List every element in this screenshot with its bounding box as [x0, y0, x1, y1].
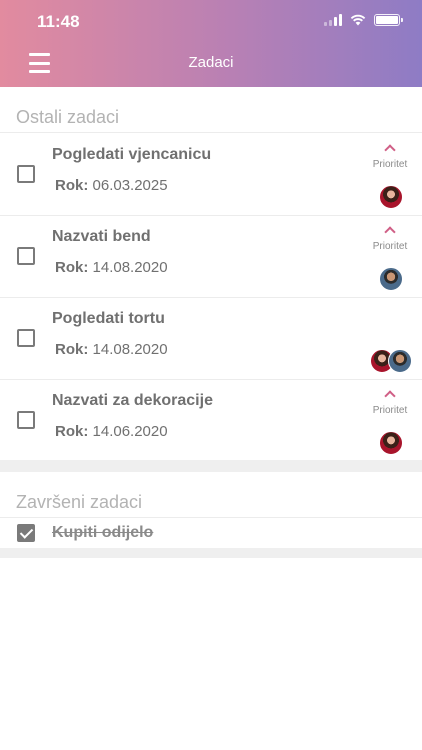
- status-time: 11:48: [37, 12, 80, 31]
- task-checkbox[interactable]: [17, 329, 35, 347]
- assignee-avatar: [379, 267, 403, 291]
- section-divider: [0, 548, 422, 558]
- task-title: Nazvati bend: [52, 228, 151, 245]
- completed-tasks-section-header: Završeni zadaci: [0, 472, 422, 518]
- task-checkbox[interactable]: [17, 165, 35, 183]
- priority-indicator: Prioritet: [370, 388, 410, 416]
- completed-task-row[interactable]: Kupiti odijelo: [0, 518, 422, 548]
- priority-label: Prioritet: [372, 405, 408, 416]
- priority-indicator: Prioritet: [370, 224, 410, 252]
- task-row[interactable]: Nazvati za dekoracije Rok: 14.06.2020 Pr…: [0, 380, 422, 462]
- completed-task-title: Kupiti odijelo: [52, 524, 154, 541]
- wifi-icon: [350, 14, 366, 26]
- due-date-value: 14.06.2020: [92, 423, 168, 440]
- task-title: Pogledati tortu: [52, 310, 165, 327]
- due-date-value: 14.08.2020: [92, 341, 168, 358]
- app-header: 11:48 Zadaci: [0, 0, 422, 87]
- due-label: Rok:: [55, 341, 89, 358]
- status-icons: [324, 14, 403, 26]
- priority-up-chevron-icon: [384, 226, 396, 238]
- task-checkbox[interactable]: [17, 247, 35, 265]
- task-title: Pogledati vjencanicu: [52, 146, 212, 163]
- assignee-avatar: [388, 349, 412, 373]
- assignee-avatar: [379, 185, 403, 209]
- task-checkbox[interactable]: [17, 411, 35, 429]
- priority-label: Prioritet: [372, 159, 408, 170]
- task-title: Nazvati za dekoracije: [52, 392, 213, 409]
- assignee-avatar: [379, 431, 403, 455]
- section-title-completed: Završeni zadaci: [16, 492, 143, 512]
- task-due-date: Rok: 14.08.2020: [55, 341, 168, 358]
- task-due-date: Rok: 14.08.2020: [55, 259, 168, 276]
- due-date-value: 14.08.2020: [92, 259, 168, 276]
- priority-up-chevron-icon: [384, 390, 396, 402]
- task-due-date: Rok: 14.06.2020: [55, 423, 168, 440]
- priority-indicator: Prioritet: [370, 142, 410, 170]
- due-label: Rok:: [55, 423, 89, 440]
- task-due-date: Rok: 06.03.2025: [55, 177, 168, 194]
- task-row[interactable]: Pogledati vjencanicu Rok: 06.03.2025 Pri…: [0, 134, 422, 216]
- due-label: Rok:: [55, 177, 89, 194]
- priority-label: Prioritet: [372, 241, 408, 252]
- due-date-value: 06.03.2025: [92, 177, 168, 194]
- cellular-signal-icon: [324, 14, 342, 26]
- battery-icon: [374, 14, 403, 26]
- task-checkbox-checked[interactable]: [17, 524, 35, 542]
- task-row[interactable]: Pogledati tortu Rok: 14.08.2020: [0, 298, 422, 380]
- priority-up-chevron-icon: [384, 144, 396, 156]
- page-title: Zadaci: [188, 54, 234, 71]
- task-row[interactable]: Nazvati bend Rok: 14.08.2020 Prioritet: [0, 216, 422, 298]
- due-label: Rok:: [55, 259, 89, 276]
- section-divider: [0, 460, 422, 472]
- section-title-open: Ostali zadaci: [16, 107, 120, 127]
- open-tasks-section-header: Ostali zadaci: [0, 87, 422, 133]
